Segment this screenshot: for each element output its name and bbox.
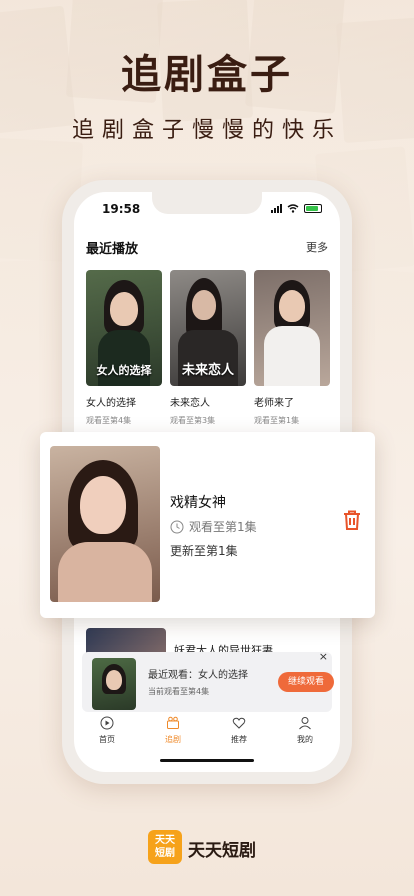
recent-section-title: 最近播放 [86, 242, 139, 257]
card-title: 女人的选择 [86, 398, 136, 409]
tab-recommend[interactable]: 推荐 [206, 716, 272, 745]
battery-icon [304, 203, 322, 213]
tab-label: 我的 [297, 735, 313, 744]
poster-caption: 女人的选择 [96, 364, 152, 377]
recent-card[interactable]: 老师来了 观看至第1集 [254, 270, 330, 426]
video-icon [167, 716, 179, 729]
poster-image: 未来恋人 [170, 270, 246, 386]
brand-name: 天天短剧 [188, 841, 256, 861]
card-progress: 观看至第4集 [86, 416, 132, 425]
status-time: 19:58 [102, 202, 141, 216]
status-bar: 19:58 [102, 202, 322, 218]
card-title: 老师来了 [254, 398, 294, 409]
user-icon [299, 717, 311, 730]
resume-recent-label: 最近观看：女人的选择 [148, 670, 248, 681]
poster-image [254, 270, 330, 386]
close-icon[interactable]: × [319, 650, 328, 663]
wifi-icon [287, 203, 299, 213]
more-link[interactable]: 更多 [306, 239, 328, 255]
heart-icon [232, 717, 246, 729]
tab-home[interactable]: 首页 [74, 716, 140, 745]
brand-footer: 天天短剧 天天短剧 [148, 830, 288, 864]
highlight-update: 更新至第1集 [170, 544, 238, 558]
resume-thumbnail [92, 658, 136, 710]
hero-subtitle: 追剧盒子慢慢的快乐 [71, 118, 342, 143]
play-icon [100, 716, 114, 730]
tab-label: 首页 [99, 735, 115, 744]
card-progress: 观看至第3集 [170, 416, 216, 425]
tab-label: 推荐 [231, 735, 247, 744]
recent-card[interactable]: 未来恋人 未来恋人 观看至第3集 [170, 270, 246, 426]
resume-bar: 最近观看：女人的选择 当前观看至第4集 继续观看 × [82, 650, 334, 712]
recent-section-header: 最近播放 更多 [86, 238, 328, 257]
recent-card[interactable]: 女人的选择 女人的选择 观看至第4集 [86, 270, 162, 426]
tab-label: 追剧 [165, 735, 181, 744]
home-indicator [160, 759, 254, 762]
card-title: 未来恋人 [170, 398, 210, 409]
resume-current-label: 当前观看至第4集 [148, 687, 210, 696]
highlight-progress: 观看至第1集 [189, 520, 257, 534]
highlight-card[interactable]: 戏精女神 观看至第1集 更新至第1集 [40, 432, 375, 618]
tab-profile[interactable]: 我的 [272, 716, 338, 745]
poster-image: 女人的选择 [86, 270, 162, 386]
highlight-poster [50, 446, 160, 602]
brand-logo-text: 天天短剧 [155, 835, 175, 859]
bottom-tab-bar: 首页 追剧 推荐 我的 [74, 714, 340, 754]
continue-watching-button[interactable]: 继续观看 [278, 672, 334, 692]
brand-logo: 天天短剧 [148, 830, 182, 864]
clock-icon [170, 520, 184, 533]
card-progress: 观看至第1集 [254, 416, 300, 425]
tab-following[interactable]: 追剧 [140, 716, 206, 745]
poster-caption: 未来恋人 [181, 363, 234, 378]
hero-title: 追剧盒子 [121, 52, 293, 98]
highlight-title: 戏精女神 [170, 495, 226, 511]
signal-icon [271, 203, 282, 213]
trash-icon[interactable] [340, 508, 364, 532]
recent-list: 女人的选择 女人的选择 观看至第4集 未来恋人 未来恋人 观看至第3集 老师来了… [86, 270, 330, 430]
